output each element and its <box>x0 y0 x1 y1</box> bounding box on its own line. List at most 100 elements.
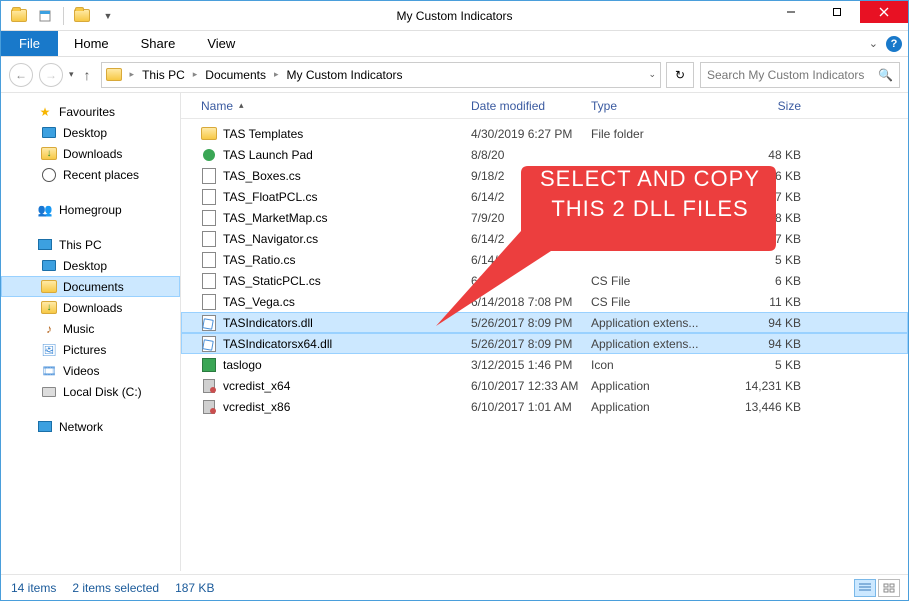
file-date: 6/10/2017 1:01 AM <box>471 400 591 414</box>
ribbon: File Home Share View ⌄ ? <box>1 31 908 57</box>
qat-new-folder[interactable] <box>70 5 94 27</box>
sidebar-pc-pictures[interactable]: 🖼Pictures <box>1 339 180 360</box>
file-row[interactable]: vcredist_x866/10/2017 1:01 AMApplication… <box>181 396 908 417</box>
chevron-right-icon[interactable]: ▸ <box>126 69 139 80</box>
file-date: 6/14/2018 7:08 PM <box>471 295 591 309</box>
status-bar: 14 items 2 items selected 187 KB <box>1 574 908 600</box>
file-row[interactable]: TAS_MarketMap.cs7/9/208 KB <box>181 207 908 228</box>
column-type[interactable]: Type <box>591 99 721 113</box>
file-size: 94 KB <box>721 337 811 351</box>
folder-icon <box>41 279 57 295</box>
download-icon <box>41 300 57 316</box>
cs-icon <box>201 168 217 184</box>
qat-customize-icon[interactable]: ▼ <box>96 5 120 27</box>
nav-bar: ← → ▾ ↑ ▸ This PC ▸ Documents ▸ My Custo… <box>1 57 908 93</box>
disk-icon <box>41 384 57 400</box>
file-type: Application extens... <box>591 337 721 351</box>
sidebar-fav-downloads[interactable]: Downloads <box>1 143 180 164</box>
column-size[interactable]: Size <box>721 99 811 113</box>
help-icon[interactable]: ? <box>886 36 902 52</box>
file-name: TAS Templates <box>223 127 303 141</box>
file-type: CS File <box>591 295 721 309</box>
file-row[interactable]: TASIndicatorsx64.dll5/26/2017 8:09 PMApp… <box>181 333 908 354</box>
file-row[interactable]: TAS Launch Pad8/8/2048 KB <box>181 144 908 165</box>
file-tab[interactable]: File <box>1 31 58 56</box>
file-row[interactable]: vcredist_x646/10/2017 12:33 AMApplicatio… <box>181 375 908 396</box>
file-type: Application extens... <box>591 316 721 330</box>
breadcrumb-current[interactable]: My Custom Indicators <box>287 68 403 82</box>
file-name: TAS_StaticPCL.cs <box>223 274 321 288</box>
sidebar-pc-music[interactable]: ♪Music <box>1 318 180 339</box>
pad-icon <box>201 147 217 163</box>
file-type: Icon <box>591 358 721 372</box>
star-icon: ★ <box>37 104 53 120</box>
file-row[interactable]: taslogo3/12/2015 1:46 PMIcon5 KB <box>181 354 908 375</box>
file-name: TASIndicatorsx64.dll <box>223 337 332 351</box>
sidebar-fav-desktop[interactable]: Desktop <box>1 122 180 143</box>
view-large-icons-button[interactable] <box>878 579 900 597</box>
file-row[interactable]: TAS_StaticPCL.cs6/1CS File6 KB <box>181 270 908 291</box>
file-row[interactable]: TAS_Vega.cs6/14/2018 7:08 PMCS File11 KB <box>181 291 908 312</box>
history-dropdown-icon[interactable]: ▾ <box>69 69 74 80</box>
chevron-right-icon[interactable]: ▸ <box>270 69 283 80</box>
file-row[interactable]: TAS Templates4/30/2019 6:27 PMFile folde… <box>181 123 908 144</box>
column-headers: Name▴ Date modified Type Size <box>181 93 908 119</box>
sidebar: ★Favourites Desktop Downloads Recent pla… <box>1 93 181 571</box>
file-name: TAS_Ratio.cs <box>223 253 295 267</box>
sidebar-pc-videos[interactable]: 🎞Videos <box>1 360 180 381</box>
file-size: 8 KB <box>721 211 811 225</box>
tab-home[interactable]: Home <box>58 31 125 56</box>
address-bar[interactable]: ▸ This PC ▸ Documents ▸ My Custom Indica… <box>101 62 661 88</box>
sidebar-pc-downloads[interactable]: Downloads <box>1 297 180 318</box>
file-date: 5/26/2017 8:09 PM <box>471 316 591 330</box>
status-count: 14 items <box>11 581 56 595</box>
cs-icon <box>201 189 217 205</box>
address-dropdown-icon[interactable]: ⌄ <box>648 69 656 80</box>
file-row[interactable]: TASIndicators.dll5/26/2017 8:09 PMApplic… <box>181 312 908 333</box>
sidebar-pc-desktop[interactable]: Desktop <box>1 255 180 276</box>
sidebar-favourites[interactable]: ★Favourites <box>1 101 180 122</box>
sidebar-pc-localdisk[interactable]: Local Disk (C:) <box>1 381 180 402</box>
ico-icon <box>201 357 217 373</box>
file-row[interactable]: TAS_FloatPCL.cs6/14/27 KB <box>181 186 908 207</box>
file-date: 6/14/2 <box>471 190 591 204</box>
column-name[interactable]: Name▴ <box>201 99 471 113</box>
breadcrumb-this-pc[interactable]: This PC <box>142 68 185 82</box>
sort-asc-icon: ▴ <box>239 100 244 111</box>
file-type: File folder <box>591 127 721 141</box>
breadcrumb-documents[interactable]: Documents <box>205 68 266 82</box>
sidebar-homegroup[interactable]: 👥Homegroup <box>1 199 180 220</box>
desktop-icon <box>41 125 57 141</box>
back-button[interactable]: ← <box>9 63 33 87</box>
search-input[interactable]: Search My Custom Indicators 🔍 <box>700 62 900 88</box>
status-selected: 2 items selected <box>72 581 159 595</box>
tab-view[interactable]: View <box>191 31 251 56</box>
maximize-button[interactable] <box>814 1 860 23</box>
up-button[interactable]: ↑ <box>80 67 95 83</box>
minimize-button[interactable] <box>768 1 814 23</box>
file-size: 11 KB <box>721 295 811 309</box>
file-list: Name▴ Date modified Type Size TAS Templa… <box>181 93 908 571</box>
file-row[interactable]: TAS_Navigator.cs6/14/27 KB <box>181 228 908 249</box>
ribbon-expand-icon[interactable]: ⌄ <box>869 37 878 50</box>
network-icon <box>37 419 53 435</box>
file-name: vcredist_x86 <box>223 400 290 414</box>
tab-share[interactable]: Share <box>125 31 192 56</box>
sidebar-pc-documents[interactable]: Documents <box>1 276 180 297</box>
sidebar-fav-recent[interactable]: Recent places <box>1 164 180 185</box>
file-row[interactable]: TAS_Ratio.cs6/14/25 KB <box>181 249 908 270</box>
sidebar-this-pc[interactable]: This PC <box>1 234 180 255</box>
music-icon: ♪ <box>41 321 57 337</box>
app-icon[interactable] <box>7 5 31 27</box>
sidebar-network[interactable]: Network <box>1 416 180 437</box>
refresh-button[interactable]: ↻ <box>666 62 694 88</box>
pictures-icon: 🖼 <box>41 342 57 358</box>
forward-button[interactable]: → <box>39 63 63 87</box>
close-button[interactable] <box>860 1 908 23</box>
app-icon <box>201 399 217 415</box>
file-row[interactable]: TAS_Boxes.cs9/18/26 KB <box>181 165 908 186</box>
column-date[interactable]: Date modified <box>471 99 591 113</box>
chevron-right-icon[interactable]: ▸ <box>189 69 202 80</box>
qat-properties[interactable] <box>33 5 57 27</box>
view-details-button[interactable] <box>854 579 876 597</box>
